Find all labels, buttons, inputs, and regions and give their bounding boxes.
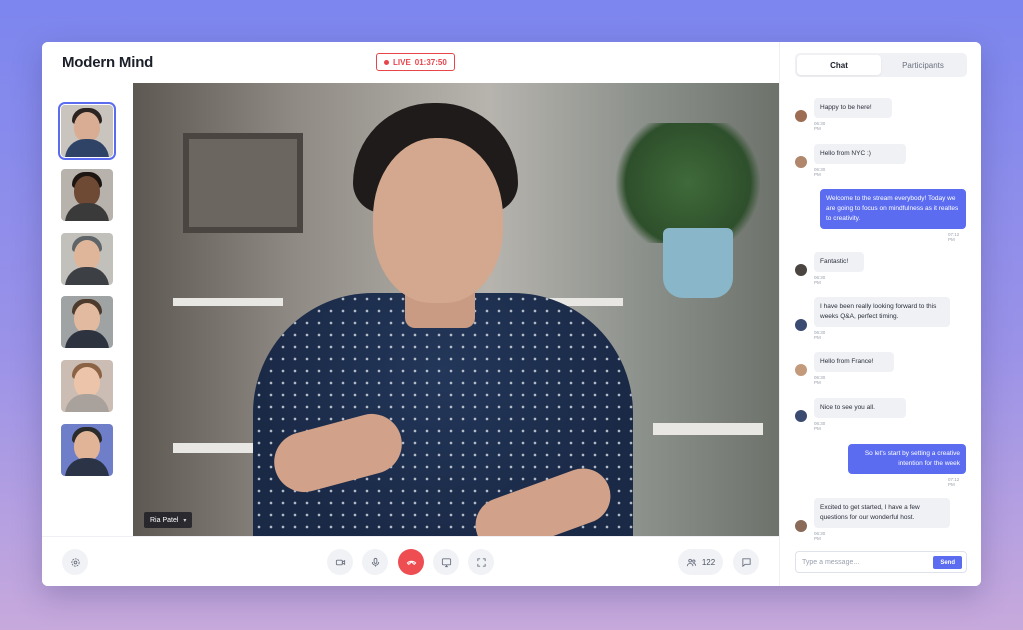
avatar[interactable] [795,110,807,122]
message-bubble: So let's start by setting a creative int… [848,444,966,475]
message-bubble: I have been really looking forward to th… [814,297,950,328]
screen-share-icon [441,557,451,567]
speaker-name-tag[interactable]: Ria Patel ▾ [144,512,193,528]
message-time: 06:30 PM [814,121,826,131]
camera-button[interactable] [327,549,353,575]
thumbnail-1[interactable] [58,102,116,160]
live-label: LIVE [393,57,411,67]
thumbnail-6[interactable] [61,424,113,476]
participants-button[interactable]: 122 [678,549,723,575]
header: Modern Mind LIVE 01:37:50 [42,42,779,83]
message-composer: Send [795,551,967,573]
live-timer: 01:37:50 [414,57,447,67]
chat-toggle-button[interactable] [733,549,759,575]
background-books [653,423,763,435]
chevron-down-icon: ▾ [183,517,187,524]
live-dot-icon [384,59,389,65]
send-button[interactable]: Send [933,556,962,569]
message-bubble: Nice to see you all. [814,398,906,419]
settings-button[interactable] [62,549,88,575]
end-call-icon [406,560,416,565]
background-plant-pot [663,228,733,298]
avatar[interactable] [795,364,807,376]
message-time: 06:30 PM [814,167,826,177]
thumbnail-2[interactable] [61,169,113,221]
conference-window: Modern Mind LIVE 01:37:50 Ria Patel ▾ 12… [42,42,981,586]
thumbnail-5[interactable] [61,360,113,412]
microphone-button[interactable] [362,549,388,575]
message-time: 06:30 PM [814,330,826,340]
message-bubble: Excited to get started, I have a few que… [814,498,950,529]
message-input[interactable] [802,555,922,570]
screen-share-button[interactable] [433,549,459,575]
live-indicator: LIVE 01:37:50 [376,53,455,71]
message-time: 07:12 PM [948,477,960,487]
participant-count: 122 [701,557,716,567]
fullscreen-icon [476,557,486,567]
brand-title: Modern Mind [62,54,154,71]
camera-icon [335,559,345,565]
main-video: Ria Patel ▾ [133,83,779,536]
tab-chat[interactable]: Chat [797,55,881,75]
message-time: 06:30 PM [814,421,826,431]
settings-icon [70,557,80,567]
control-bar: 122 [42,536,779,586]
fullscreen-button[interactable] [468,549,494,575]
tab-participants[interactable]: Participants [881,55,965,75]
microphone-icon [371,557,379,567]
speaker-name: Ria Patel [150,516,179,524]
chat-messages: Happy to be here! 06:30 PM Hello from NYC … [780,92,981,541]
speaker-face [373,138,503,303]
message-bubble: Hello from France! [814,352,894,373]
message-time: 06:30 PM [814,375,826,385]
message-bubble: Hello from NYC :) [814,144,906,165]
avatar[interactable] [795,319,807,331]
end-call-button[interactable] [398,549,424,575]
panel-tabs: Chat Participants [795,53,967,77]
chat-panel: Chat Participants Happy to be here! 06:30… [779,42,981,586]
thumbnail-3[interactable] [61,233,113,285]
thumbnail-4[interactable] [61,296,113,348]
avatar[interactable] [795,264,807,276]
participant-thumbnails [42,83,133,536]
background-shelf [173,298,283,306]
avatar[interactable] [795,156,807,168]
message-time: 06:30 PM [814,531,826,541]
message-time: 07:12 PM [948,232,960,242]
message-bubble: Happy to be here! [814,98,892,119]
chat-bubble-icon [741,557,751,567]
background-plant [603,123,773,243]
background-picture-frame [183,133,303,233]
participants-icon [686,558,696,566]
avatar[interactable] [795,520,807,532]
message-time: 06:30 PM [814,275,826,285]
message-bubble: Fantastic! [814,252,864,273]
message-bubble: Welcome to the stream everybody! Today w… [820,189,966,230]
avatar[interactable] [795,410,807,422]
